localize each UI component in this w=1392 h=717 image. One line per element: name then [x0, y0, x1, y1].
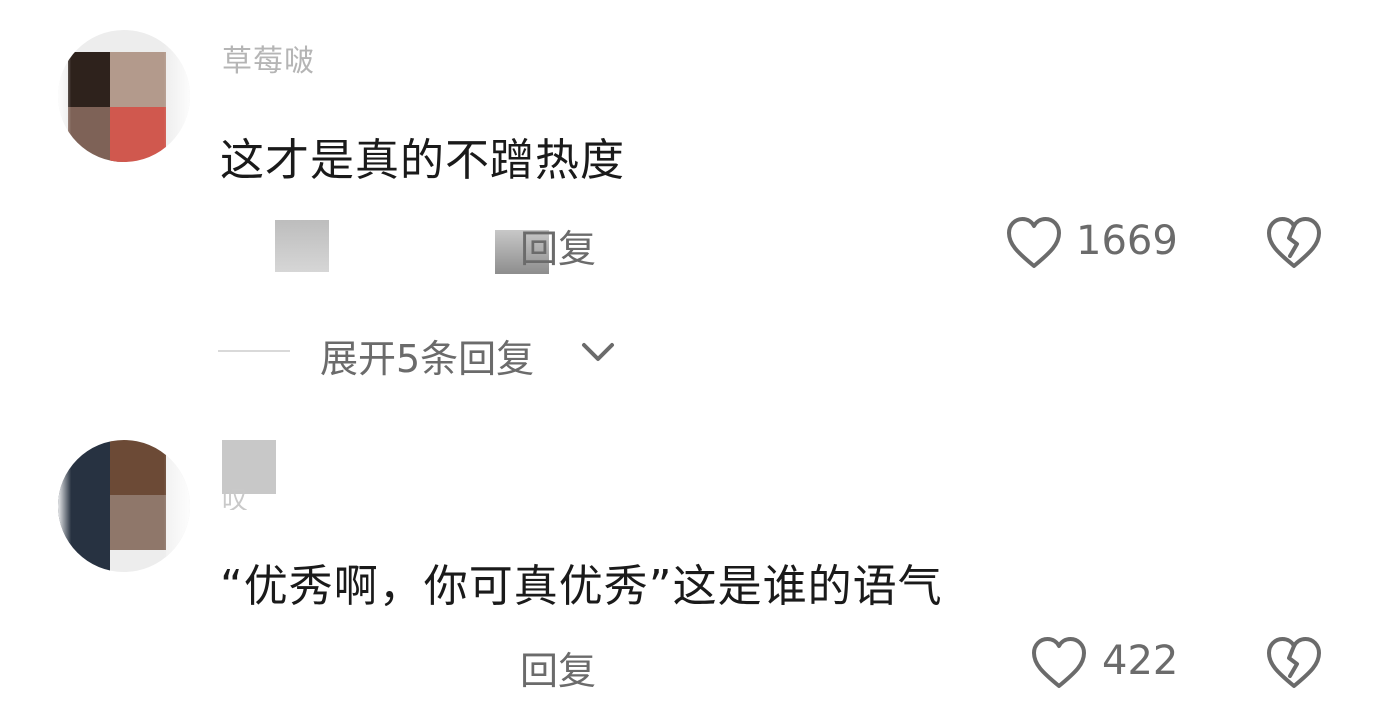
- expand-replies-label: 展开5条回复: [320, 337, 535, 381]
- avatar-fade: [58, 440, 190, 572]
- avatar[interactable]: [58, 440, 190, 572]
- username-text: 草莓啵: [222, 44, 315, 79]
- comment-username[interactable]: 叹: [222, 480, 248, 510]
- expand-replies[interactable]: 展开5条回复: [218, 326, 718, 381]
- comment-item: 草莓啵 这才是真的不蹭热度 回复 1669 展开5条回复: [0, 0, 1392, 400]
- comment-item: 叹 “优秀啊，你可真优秀”这是谁的语气 回复 422: [0, 400, 1392, 717]
- heart-outline-icon[interactable]: [1005, 216, 1063, 270]
- like-count: 1669: [1076, 218, 1178, 264]
- reply-button[interactable]: 回复: [520, 640, 596, 695]
- comment-username[interactable]: 草莓啵: [222, 44, 315, 84]
- broken-heart-icon[interactable]: [1265, 216, 1323, 270]
- broken-heart-icon[interactable]: [1265, 636, 1323, 690]
- avatar-fade: [58, 30, 190, 162]
- comment-text: 这才是真的不蹭热度: [220, 135, 625, 186]
- avatar[interactable]: [58, 30, 190, 162]
- comment-text: “优秀啊，你可真优秀”这是谁的语气: [220, 561, 943, 612]
- divider: [218, 350, 290, 352]
- reply-button[interactable]: 回复: [520, 218, 596, 273]
- like-count: 422: [1102, 638, 1179, 684]
- blurred-info: [275, 220, 329, 272]
- heart-outline-icon[interactable]: [1030, 636, 1088, 690]
- chevron-down-icon: [582, 343, 614, 361]
